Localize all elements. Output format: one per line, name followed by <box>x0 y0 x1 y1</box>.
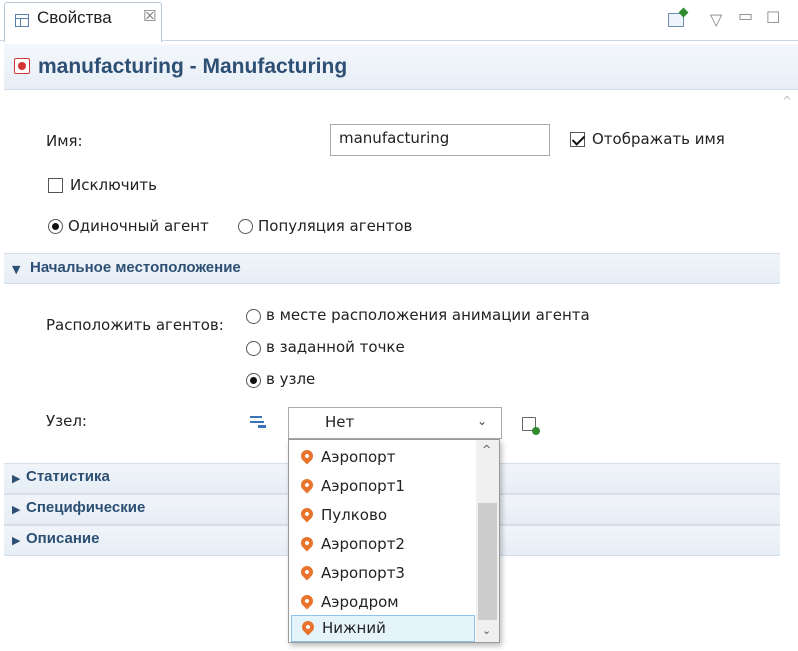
list-item[interactable]: Пулково <box>291 503 475 530</box>
collapsed-arrow-icon[interactable]: ▶ <box>12 472 20 485</box>
single-agent-label[interactable]: Одиночный агент <box>68 217 209 235</box>
collapsed-arrow-icon[interactable]: ▶ <box>12 503 20 516</box>
section-initial-location-label[interactable]: Начальное местоположение <box>30 259 241 276</box>
show-name-checkbox[interactable] <box>570 132 585 147</box>
place-at-animation-radio[interactable] <box>246 309 261 324</box>
exclude-label[interactable]: Исключить <box>70 176 157 194</box>
name-input[interactable]: manufacturing <box>330 124 550 156</box>
map-pin-icon <box>298 476 316 494</box>
properties-view-icon <box>15 14 29 27</box>
node-combo-value: Нет <box>325 413 355 431</box>
maximize-icon[interactable]: ☐ <box>766 8 780 27</box>
agent-population-radio[interactable] <box>238 219 253 234</box>
list-item[interactable]: Аэродром <box>291 590 475 617</box>
list-item[interactable]: Аэропорт1 <box>291 474 475 501</box>
node-label: Узел: <box>46 412 87 430</box>
agent-type-icon <box>14 58 30 74</box>
scroll-down-icon[interactable]: ⌄ <box>482 624 491 637</box>
close-tab-icon[interactable]: ☒ <box>143 7 156 25</box>
dropdown-scroll-thumb[interactable] <box>478 503 497 620</box>
list-item[interactable]: Аэропорт <box>291 445 475 472</box>
map-pin-icon <box>298 447 316 465</box>
new-view-icon[interactable] <box>668 13 684 27</box>
map-pin-icon <box>298 592 316 610</box>
place-at-animation-label[interactable]: в месте расположения анимации агента <box>266 306 590 324</box>
section-statistics-label[interactable]: Статистика <box>26 468 110 485</box>
map-pin-icon <box>298 505 316 523</box>
properties-view-tab[interactable]: Свойства ☒ <box>4 2 162 42</box>
place-at-point-label[interactable]: в заданной точке <box>266 338 405 356</box>
map-pin-icon <box>298 563 316 581</box>
chevron-down-icon[interactable]: ⌄ <box>477 414 487 428</box>
place-in-node-label[interactable]: в узле <box>266 370 315 388</box>
place-agents-label: Расположить агентов: <box>46 316 224 334</box>
view-menu-icon[interactable]: ▽ <box>710 10 722 29</box>
agent-population-label[interactable]: Популяция агентов <box>258 217 412 235</box>
name-label: Имя: <box>46 132 83 150</box>
place-in-node-radio[interactable] <box>246 373 261 388</box>
map-pin-icon <box>299 618 317 636</box>
single-agent-radio[interactable] <box>48 219 63 234</box>
list-item[interactable]: Аэропорт2 <box>291 532 475 559</box>
exclude-checkbox[interactable] <box>48 178 63 193</box>
list-item-highlighted[interactable]: Нижний <box>291 615 475 642</box>
scroll-up-icon[interactable]: ^ <box>482 443 491 456</box>
section-specific-label[interactable]: Специфические <box>26 499 145 516</box>
node-dropdown-list: Аэропорт Аэропорт1 Пулково Аэропорт2 Аэр… <box>288 439 500 643</box>
select-node-icon[interactable] <box>522 417 540 435</box>
expanded-arrow-icon[interactable]: ▼ <box>12 263 20 276</box>
minimize-icon[interactable]: ▭ <box>738 6 753 25</box>
place-at-point-radio[interactable] <box>246 341 261 356</box>
show-name-label[interactable]: Отображать имя <box>592 130 725 148</box>
scroll-up-icon[interactable]: ^ <box>782 94 792 108</box>
properties-tab-label: Свойства <box>37 8 112 27</box>
list-item[interactable]: Аэропорт3 <box>291 561 475 588</box>
page-title: manufacturing - Manufacturing <box>38 55 348 78</box>
static-value-toggle-icon[interactable] <box>250 416 266 428</box>
collapsed-arrow-icon[interactable]: ▶ <box>12 534 20 547</box>
node-combo[interactable]: Нет ⌄ <box>288 407 502 439</box>
map-pin-icon <box>298 534 316 552</box>
section-description-label[interactable]: Описание <box>26 530 99 547</box>
